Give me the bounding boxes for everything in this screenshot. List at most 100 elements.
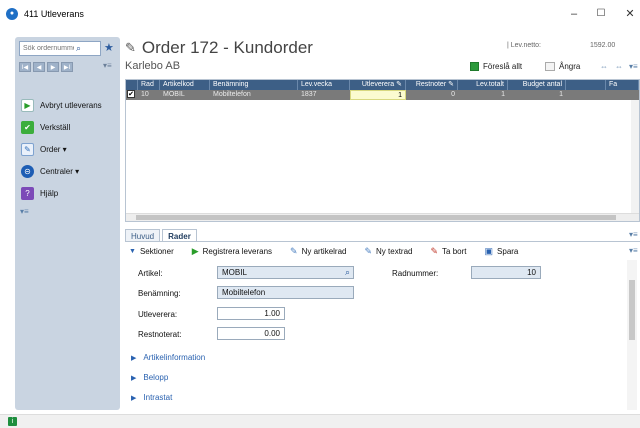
status-bar: i [0,414,640,428]
app-icon: ● [6,7,18,20]
sidebar-item-centraler[interactable]: ⊝ Centraler ▾ [21,165,79,178]
new-row-icon: ✎ [290,245,298,256]
cell-levvecka[interactable]: 1837 [298,90,350,100]
section-intrastat[interactable]: ▶ Intrastat [131,393,172,402]
column-settings-icon[interactable]: ⇔ [615,62,623,71]
column-header-rad[interactable]: Rad [138,80,160,90]
chevron-right-icon: ▶ [131,374,137,382]
lev-netto-label: | Lev.netto: [507,42,541,49]
section-artikelinformation[interactable]: ▶ Artikelinformation [131,353,205,362]
column-header-utleverera[interactable]: Utleverera ✎ [350,80,406,90]
section-belopp[interactable]: ▶ Belopp [131,373,168,382]
save-icon: ▣ [484,245,494,256]
chevron-right-icon: ▶ [131,354,137,362]
column-header-budget-antal[interactable]: Budget antal [508,80,566,90]
order-search-input[interactable] [20,45,74,52]
column-header-levvecka[interactable]: Lev.vecka [298,80,350,90]
info-icon[interactable]: i [8,417,17,426]
grid-horizontal-scrollbar[interactable] [126,213,639,221]
sidebar-item-verkstall[interactable]: ✔ Verkställ [21,121,70,134]
spara-button[interactable]: ▣ Spara [485,246,519,257]
table-row[interactable]: ✔ 10 MOBIL Mobiltelefon 1837 1 0 1 1 [126,90,639,100]
cell-rad[interactable]: 10 [138,90,160,100]
utleverera-field[interactable]: 1.00 [217,307,285,320]
detail-vertical-scrollbar[interactable] [627,260,637,410]
order-icon: ✎ [21,143,34,156]
column-header-restnoter[interactable]: Restnoter ✎ [406,80,458,90]
detail-tabs: Huvud Rader [125,228,199,242]
restnoterat-field[interactable]: 0.00 [217,327,285,340]
window-title: 411 Utleverans [24,8,84,19]
sektioner-toggle[interactable]: ▼ Sektioner [129,247,174,256]
ny-artikelrad-button[interactable]: ✎ Ny artikelrad [290,246,346,257]
artikel-label: Artikel: [138,269,163,278]
next-record-button[interactable]: ▶ [47,62,59,72]
column-header-artikelkod[interactable]: Artikelkod [160,80,210,90]
column-header-benamning[interactable]: Benämning [210,80,298,90]
radnummer-label: Radnummer: [392,269,439,278]
select-all-column[interactable] [126,80,138,90]
search-icon[interactable]: ⌕ [345,267,350,278]
order-search-box[interactable]: ⌕ [19,41,101,56]
previous-record-button[interactable]: ◀ [33,62,45,72]
toolbar-menu-icon[interactable]: ▾≡ [629,246,638,255]
restnoterat-label: Restnoterat: [138,330,182,339]
sidebar-collapse-icon[interactable]: ▾≡ [20,207,29,216]
foresla-allt-button[interactable]: Föreslå allt [470,62,522,71]
cell-benamning[interactable]: Mobiltelefon [210,90,298,100]
search-icon[interactable]: ⌕ [76,43,81,54]
favorite-star-icon[interactable]: ★ [104,41,114,54]
rows-toolbar: ▼ Sektioner ▶ Registrera leverans ✎ Ny a… [125,244,640,258]
sidebar-menu-icon[interactable]: ▾≡ [103,61,112,70]
ta-bort-button[interactable]: ✎ Ta bort [431,246,467,257]
help-icon: ? [21,187,34,200]
column-header-fa[interactable]: Fa [606,80,639,90]
column-header-levtotalt[interactable]: Lev.totalt [458,80,508,90]
scrollbar-thumb[interactable] [136,215,616,220]
artikel-field[interactable]: MOBIL ⌕ [217,266,354,279]
sidebar-item-label: Avbryt utleverans [40,101,102,110]
registrera-leverans-button[interactable]: ▶ Registrera leverans [192,246,272,257]
cell-artikelkod[interactable]: MOBIL [160,90,210,100]
centraler-icon: ⊝ [21,165,34,178]
record-navigation: I◀ ◀ ▶ ▶I [19,62,73,72]
delete-icon: ✎ [430,245,439,256]
sidebar-item-label: Hjälp [40,189,59,198]
benamning-label: Benämning: [138,289,181,298]
sidebar-item-order[interactable]: ✎ Order ▾ [21,143,67,156]
tabs-divider [125,241,640,242]
grid-header-row: Rad Artikelkod Benämning Lev.vecka Utlev… [126,80,639,90]
last-record-button[interactable]: ▶I [61,62,73,72]
undo-icon [545,62,555,71]
cell-budget-antal[interactable]: 1 [508,90,566,100]
chevron-down-icon: ▼ [129,247,136,255]
sidebar-item-hjalp[interactable]: ? Hjälp [21,187,58,200]
column-header-empty[interactable] [566,80,606,90]
add-column-icon[interactable]: ⇔ [600,62,608,71]
grid-menu-icon[interactable]: ▾≡ [629,62,638,71]
close-button[interactable]: ✕ [610,0,640,27]
first-record-button[interactable]: I◀ [19,62,31,72]
sidebar-item-label: Centraler ▾ [40,167,80,176]
scrollbar-thumb[interactable] [629,280,635,340]
cell-utleverera[interactable]: 1 [350,90,406,100]
ny-textrad-button[interactable]: ✎ Ny textrad [364,246,412,257]
benamning-field[interactable]: Mobiltelefon [217,286,354,299]
angra-button[interactable]: Ångra [545,62,580,71]
utleverera-label: Utleverera: [138,310,178,319]
check-icon: ✔ [21,121,34,134]
row-checkbox[interactable]: ✔ [126,90,138,100]
cell-levtotalt[interactable]: 1 [458,90,508,100]
cell-restnoter[interactable]: 0 [406,90,458,100]
lev-netto-value: 1592.00 [590,42,616,49]
customer-name: Karlebo AB [125,60,181,72]
page-title: ✎ Order 172 - Kundorder [125,38,313,57]
sidebar-item-avbryt-utleverans[interactable]: ▶ Avbryt utleverans [21,99,102,112]
edit-pencil-icon: ✎ [396,81,402,88]
panel-menu-icon[interactable]: ▾≡ [629,230,638,239]
edit-order-icon: ✎ [125,40,136,55]
row-detail-form: Artikel: MOBIL ⌕ Radnummer: 10 Benämning… [125,260,630,410]
title-bar: ● 411 Utleverans – ☐ ✕ [0,0,640,27]
sidebar: ⌕ ★ I◀ ◀ ▶ ▶I ▾≡ ▶ Avbryt utleverans ✔ V… [15,37,120,410]
grid-vertical-scrollbar[interactable] [631,100,639,213]
